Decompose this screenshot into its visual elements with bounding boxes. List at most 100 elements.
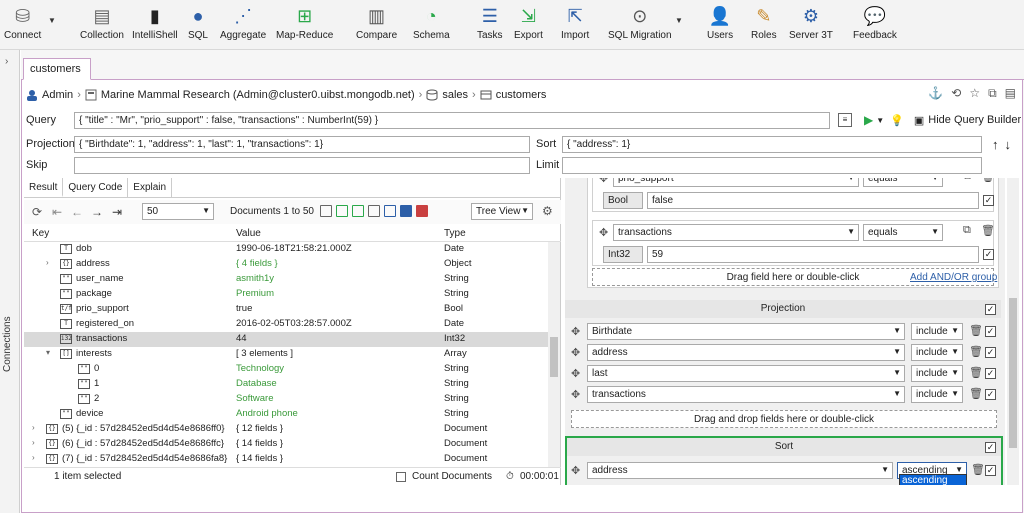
projection-field-select[interactable]: last ▼ [587,365,905,382]
projection-mode-select[interactable]: include ▼ [911,386,963,403]
page-size-select[interactable]: 50 ▼ [142,203,214,220]
export-document-icon[interactable] [400,205,412,217]
copy-icon[interactable]: ⧉ [963,178,971,183]
paste-icon[interactable]: ▤ [1005,86,1016,101]
projection-field-select[interactable]: address ▼ [587,344,905,361]
tree-row[interactable]: › {} (6) {_id : 57d28452ed5d4d54e8686ffc} {… [24,437,548,452]
projection-mode-select[interactable]: include ▼ [911,365,963,382]
sort-option-ascending[interactable]: ascending [900,475,966,485]
collapse-arrow-icon[interactable]: ▾ [46,348,50,357]
breadcrumb-collection[interactable]: customers [496,89,547,101]
copy-icon[interactable]: ⧉ [988,86,997,101]
expand-arrow-icon[interactable]: › [32,438,35,447]
expand-arrow-icon[interactable]: › [46,258,49,267]
drag-handle-icon[interactable]: ✥ [571,367,580,380]
sort-field-checkbox[interactable]: ✓ [985,465,996,476]
hide-query-builder-button[interactable]: Hide Query Builder [928,114,1021,126]
filter-icon[interactable]: ≡ [838,113,852,127]
tab-customers[interactable]: customers [23,58,91,80]
skip-input[interactable] [74,156,530,174]
previous-page-icon[interactable]: ← [70,205,84,219]
tree-row[interactable]: "" user_name asmith1y String [24,272,548,287]
edit-document-icon[interactable] [368,205,380,217]
breadcrumb-user[interactable]: Admin [42,89,73,101]
connections-label[interactable]: Connections [2,312,18,372]
connect-chevron-down-icon[interactable]: ▼ [48,16,56,25]
toolbar-sql-button[interactable]: ● SQL [186,4,210,48]
toolbar-schema-button[interactable]: ◔ Schema [413,4,450,48]
toolbar-map-reduce-button[interactable]: ⊞ Map-Reduce [276,4,333,48]
anchor-icon[interactable]: ⚓ [928,86,943,101]
condition-checkbox[interactable]: ✓ [983,195,994,206]
condition-value-input[interactable]: 59 [647,246,979,263]
toolbar-aggregate-button[interactable]: ⋰ Aggregate [220,4,266,48]
tree-row[interactable]: Tdob 1990-06-18T21:58:21.000Z Date [24,242,548,257]
star-icon[interactable]: ☆ [969,86,980,101]
add-document-icon[interactable] [320,205,332,217]
tree-row[interactable]: › {} (7) {_id : 57d28452ed5d4d54e8686fa8} {… [24,452,548,467]
toolbar-connect-button[interactable]: ⛁ Connect [4,4,41,48]
limit-input[interactable] [562,156,982,174]
tree-row[interactable]: › {} address { 4 fields } Object [24,257,548,272]
drag-handle-icon[interactable]: ✥ [599,178,608,185]
count-documents-button[interactable]: Count Documents [412,471,492,482]
scrollbar-thumb[interactable] [1009,298,1017,448]
delete-document-icon[interactable] [416,205,428,217]
arrow-down-icon[interactable]: ↓ [1005,137,1012,152]
projection-field-checkbox[interactable]: ✓ [985,389,996,400]
tree-row[interactable]: Tregistered_on 2016-02-05T03:28:57.000Z Da… [24,317,548,332]
projection-drop-zone[interactable]: Drag and drop fields here or double-clic… [571,410,997,428]
projection-mode-select[interactable]: include ▼ [911,323,963,340]
history-icon[interactable]: ⟲ [951,86,961,101]
tree-row[interactable]: i32 transactions 44 Int32 [24,332,548,347]
hide-builder-icon[interactable]: ▣ [914,114,924,127]
tree-row[interactable]: "" 0 Technology String [24,362,548,377]
trash-icon[interactable]: 🗑 [981,178,995,183]
column-type[interactable]: Type [444,228,466,239]
toolbar-feedback-button[interactable]: 💬 Feedback [853,4,897,48]
tree-row[interactable]: "" 2 Software String [24,392,548,407]
projection-field-checkbox[interactable]: ✓ [985,326,996,337]
column-key[interactable]: Key [32,228,49,239]
condition-field-select[interactable]: transactions ▼ [613,224,859,241]
expand-arrow-icon[interactable]: › [32,453,35,462]
view-document-icon[interactable] [384,205,396,217]
tree-row[interactable]: "" device Android phone String [24,407,548,422]
toolbar-import-button[interactable]: ⇱ Import [561,4,589,48]
tab-explain[interactable]: Explain [128,178,173,197]
insert-document-icon[interactable] [336,205,348,217]
projection-field-select[interactable]: Birthdate ▼ [587,323,905,340]
copy-icon[interactable]: ⧉ [963,224,971,237]
refresh-icon[interactable]: ⟳ [30,205,44,219]
scrollbar-thumb[interactable] [550,337,558,377]
gear-icon[interactable]: ⚙ [542,204,553,218]
tree-row[interactable]: › {} (5) {_id : 57d28452ed5d4d54e8686ff0} {… [24,422,548,437]
sql-migration-chevron-down-icon[interactable]: ▼ [675,16,683,25]
tab-result[interactable]: Result [24,178,64,197]
breadcrumb-connection[interactable]: Marine Mammal Research (Admin@cluster0.u… [101,89,415,101]
view-mode-select[interactable]: Tree View ▼ [471,203,533,220]
trash-icon[interactable]: 🗑 [969,387,983,400]
drag-handle-icon[interactable]: ✥ [571,325,580,338]
drag-handle-icon[interactable]: ✥ [599,226,608,239]
toolbar-server-3t-button[interactable]: ⚙ Server 3T [789,4,833,48]
condition-value-input[interactable]: false [647,192,979,209]
condition-checkbox[interactable]: ✓ [983,249,994,260]
next-page-icon[interactable]: → [90,205,104,219]
value-type-select[interactable]: Int32 [603,246,643,263]
sort-field-select[interactable]: address ▼ [587,462,893,479]
toolbar-users-button[interactable]: 👤 Users [707,4,733,48]
expand-chevron-icon[interactable]: › [5,56,8,67]
toolbar-roles-button[interactable]: ✎ Roles [751,4,777,48]
trash-icon[interactable]: 🗑 [969,324,983,337]
builder-scrollbar[interactable] [1007,178,1019,485]
toolbar-sql-migration-button[interactable]: ⊙ SQL Migration [608,4,672,48]
projection-checkbox[interactable]: ✓ [985,304,996,315]
tree-row[interactable]: "" 1 Database String [24,377,548,392]
last-page-icon[interactable]: ⇥ [110,205,124,219]
drag-handle-icon[interactable]: ✥ [571,346,580,359]
condition-operator-select[interactable]: equals ▼ [863,178,943,187]
tree-row[interactable]: ▾ [] interests [ 3 elements ] Array [24,347,548,362]
projection-mode-select[interactable]: include ▼ [911,344,963,361]
trash-icon[interactable]: 🗑 [981,224,995,237]
